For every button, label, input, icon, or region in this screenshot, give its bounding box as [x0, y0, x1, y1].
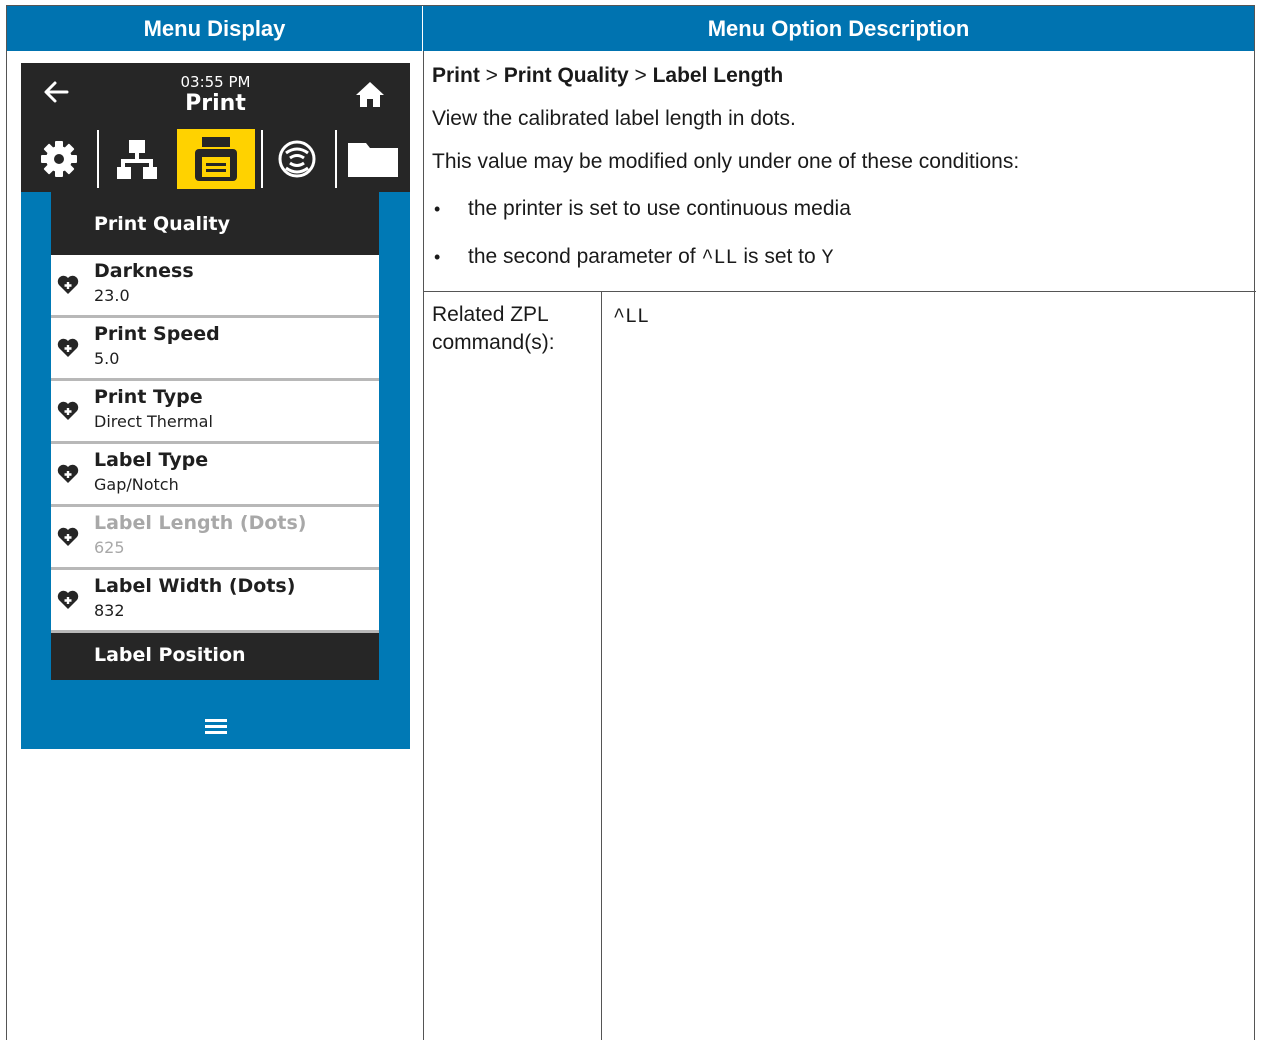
- screen-title-bar: 03:55 PM Print: [21, 63, 410, 126]
- home-icon[interactable]: [355, 80, 385, 108]
- tab-wireless[interactable]: [265, 129, 329, 189]
- item-label: Darkness: [94, 260, 194, 282]
- list-item-label-length: Label Length (Dots) 625: [51, 507, 379, 570]
- item-value: 625: [94, 538, 125, 557]
- related-zpl-label-line-2: command(s):: [432, 331, 555, 354]
- section-header-label-position: Label Position: [51, 630, 379, 680]
- category-icon-bar: [21, 126, 410, 192]
- zpl-code: Y: [821, 247, 834, 270]
- path-print-quality: Print Quality: [503, 64, 629, 87]
- header-menu-option-description: Menu Option Description: [423, 6, 1254, 51]
- related-column-divider: [601, 291, 602, 1040]
- condition-text: the second parameter of: [468, 245, 702, 268]
- item-value: 23.0: [94, 286, 130, 305]
- item-label: Label Length (Dots): [94, 512, 307, 534]
- menu-path: Print > Print Quality > Label Length: [432, 64, 783, 88]
- path-print: Print: [432, 64, 480, 87]
- path-label-length: Label Length: [652, 64, 784, 87]
- zpl-code: ^LL: [701, 247, 738, 270]
- item-value: Gap/Notch: [94, 475, 179, 494]
- heart-plus-icon: [57, 401, 79, 420]
- network-icon: [117, 140, 157, 179]
- printer-icon: [195, 137, 237, 181]
- heart-plus-icon: [57, 464, 79, 483]
- list-item-darkness[interactable]: Darkness 23.0: [51, 255, 379, 318]
- list-item-label-width[interactable]: Label Width (Dots) 832: [51, 570, 379, 633]
- tab-print[interactable]: [177, 129, 255, 189]
- item-value: 5.0: [94, 349, 120, 368]
- condition-ll-parameter: the second parameter of ^LL is set to Y: [468, 245, 834, 270]
- hamburger-menu-icon[interactable]: [205, 717, 227, 735]
- heart-plus-icon: [57, 275, 79, 294]
- list-item-print-type[interactable]: Print Type Direct Thermal: [51, 381, 379, 444]
- tab-storage[interactable]: [339, 129, 407, 189]
- path-separator: >: [628, 64, 653, 87]
- list-item-label-type[interactable]: Label Type Gap/Notch: [51, 444, 379, 507]
- icon-divider: [97, 130, 99, 188]
- gear-icon: [41, 141, 77, 177]
- item-label: Label Type: [94, 449, 209, 471]
- icon-divider: [261, 130, 263, 188]
- header-menu-display: Menu Display: [7, 6, 423, 51]
- related-zpl-label-line-1: Related ZPL: [432, 303, 549, 326]
- heart-plus-icon: [57, 338, 79, 357]
- path-separator: >: [479, 64, 504, 87]
- item-label: Print Speed: [94, 323, 220, 345]
- list-item-print-speed[interactable]: Print Speed 5.0: [51, 318, 379, 381]
- item-label: Label Width (Dots): [94, 575, 296, 597]
- column-divider: [423, 51, 424, 1040]
- wireless-icon: [278, 140, 316, 178]
- condition-text: is set to: [737, 245, 822, 268]
- condition-continuous-media: the printer is set to use continuous med…: [468, 197, 851, 220]
- icon-divider: [335, 130, 337, 188]
- heart-plus-icon: [57, 590, 79, 609]
- heart-plus-icon: [57, 527, 79, 546]
- item-label: Print Type: [94, 386, 203, 408]
- tab-network[interactable]: [101, 129, 173, 189]
- printer-touch-screen: 03:55 PM Print Print Quality Darkness 23…: [21, 63, 410, 749]
- section-header-print-quality: Print Quality: [51, 192, 379, 255]
- description-line-2: This value may be modified only under on…: [432, 150, 1020, 173]
- settings-list: Print Quality Darkness 23.0 Print Speed …: [51, 192, 379, 680]
- row-divider: [423, 291, 1256, 292]
- description-line-1: View the calibrated label length in dots…: [432, 107, 796, 130]
- item-value: Direct Thermal: [94, 412, 213, 431]
- item-value: 832: [94, 601, 125, 620]
- bullet-marker: •: [434, 247, 441, 267]
- tab-settings[interactable]: [27, 129, 91, 189]
- related-zpl-command: ^LL: [613, 306, 650, 329]
- folder-icon: [348, 143, 398, 177]
- bullet-marker: •: [434, 199, 441, 219]
- clock-time: 03:55 PM: [180, 73, 251, 91]
- screen-title: Print: [185, 91, 246, 116]
